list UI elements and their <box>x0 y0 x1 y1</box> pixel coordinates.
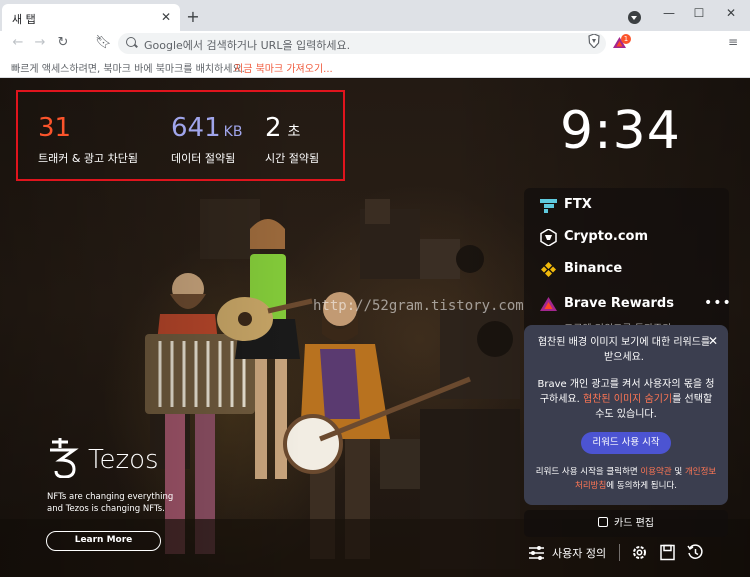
widget-brave-rewards-label: Brave Rewards <box>564 296 674 311</box>
clock: 9:34 <box>560 101 681 161</box>
widget-stack: FTX Crypto.com Binance Brave Rewards •••… <box>524 188 732 333</box>
reload-icon[interactable]: ↻ <box>55 35 71 51</box>
bookmark-bar: 빠르게 액세스하려면, 북마크 바에 북마크를 배치하세요. 지금 북마크 가져… <box>0 55 750 78</box>
time-saved-count: 2초 <box>265 113 301 143</box>
tezos-logo-icon[interactable] <box>46 438 80 478</box>
history-icon[interactable] <box>687 544 704 561</box>
toolbar: ← → ↻ 🔖︎ Google에서 검색하거나 URL을 입력하세요. <box>0 31 750 55</box>
bat-icon <box>540 297 557 311</box>
data-saved-unit: KB <box>223 124 243 140</box>
brave-shields-icon[interactable] <box>588 34 600 48</box>
settings-gear-icon[interactable] <box>631 544 648 561</box>
rewards-count-badge: 1 <box>621 34 631 44</box>
close-window-icon[interactable]: ✕ <box>722 4 740 22</box>
trackers-blocked-count: 31 <box>38 113 72 143</box>
time-saved-unit: 초 <box>287 124 301 140</box>
tab-new-tab[interactable]: 새 탭 ✕ <box>2 4 180 31</box>
bookmarks-icon[interactable] <box>659 544 676 561</box>
tab-strip: 새 탭 ✕ + — ☐ ✕ <box>0 0 750 31</box>
data-saved-count: 641 KB <box>171 113 243 143</box>
toolbar-divider <box>619 544 620 561</box>
rewards-opt-in-popup: ✕ 협찬된 배경 이미지 보기에 대한 리워드를 받으세요. Brave 개인 … <box>524 325 728 505</box>
start-rewards-button[interactable]: 리워드 사용 시작 <box>581 432 671 454</box>
popup-title: 협찬된 배경 이미지 보기에 대한 리워드를 받으세요. <box>537 337 711 363</box>
learn-more-button[interactable]: Learn More <box>46 531 161 551</box>
widget-ftx-label: FTX <box>564 197 592 212</box>
binance-icon <box>541 262 556 277</box>
terms-link[interactable]: 이용약관 <box>640 467 671 477</box>
edit-cards-label: 카드 편집 <box>614 518 654 529</box>
customize-label[interactable]: 사용자 정의 <box>552 545 606 561</box>
edit-cards-icon <box>598 517 608 527</box>
forward-icon[interactable]: → <box>32 35 48 51</box>
tab-title: 새 탭 <box>12 13 36 26</box>
widget-crypto-com-label: Crypto.com <box>564 229 648 244</box>
minimize-icon[interactable]: — <box>660 4 678 22</box>
crypto-com-icon <box>540 229 557 246</box>
bottom-toolbar: 사용자 정의 <box>524 541 729 565</box>
tab-search-icon[interactable] <box>628 11 641 24</box>
ftx-icon <box>540 199 557 213</box>
sponsor-name: Tezos <box>88 445 159 475</box>
data-saved-label: 데이터 절약됨 <box>171 152 236 165</box>
customize-icon[interactable] <box>528 544 545 561</box>
bookmark-bar-hint: 빠르게 액세스하려면, 북마크 바에 북마크를 배치하세요. <box>11 64 245 75</box>
back-icon[interactable]: ← <box>10 35 26 51</box>
sponsor-description: NFTs are changing everything and Tezos i… <box>47 492 174 514</box>
time-saved-label: 시간 절약됨 <box>265 152 320 165</box>
footer-text: 리워드 사용 시작을 클릭하면 <box>535 467 641 477</box>
popup-footer: 리워드 사용 시작을 클릭하면 이용약관 및 개인정보처리방침에 동의하게 됩니… <box>534 465 718 493</box>
bookmark-icon[interactable]: 🔖︎ <box>95 35 112 51</box>
address-placeholder: Google에서 검색하거나 URL을 입력하세요. <box>144 39 351 52</box>
watermark: http://52gram.tistory.com <box>313 298 524 314</box>
footer-text-end: 에 동의하게 됩니다. <box>606 481 677 491</box>
address-bar[interactable]: Google에서 검색하거나 URL을 입력하세요. <box>118 33 606 54</box>
search-icon <box>126 37 136 47</box>
widget-binance-label: Binance <box>564 261 623 276</box>
main-menu-icon[interactable]: ≡ <box>726 35 740 49</box>
edit-cards-button[interactable]: 카드 편집 <box>524 510 728 537</box>
footer-and: 및 <box>671 467 685 477</box>
widget-more-icon[interactable]: ••• <box>704 295 732 311</box>
new-tab-page: 31 트래커 & 광고 차단됨 641 KB 데이터 절약됨 2초 시간 절약됨 … <box>0 79 750 577</box>
maximize-icon[interactable]: ☐ <box>690 4 708 22</box>
trackers-blocked-label: 트래커 & 광고 차단됨 <box>38 152 139 165</box>
close-tab-icon[interactable]: ✕ <box>158 9 174 25</box>
hide-sponsored-images-link[interactable]: 협찬된 이미지 숨기기 <box>583 394 672 405</box>
import-bookmarks-link[interactable]: 지금 북마크 가져오기... <box>234 60 333 75</box>
popup-body: Brave 개인 광고를 켜서 사용자의 몫을 청구하세요. 협찬된 이미지 숨… <box>536 377 716 422</box>
new-tab-button[interactable]: + <box>184 8 202 26</box>
